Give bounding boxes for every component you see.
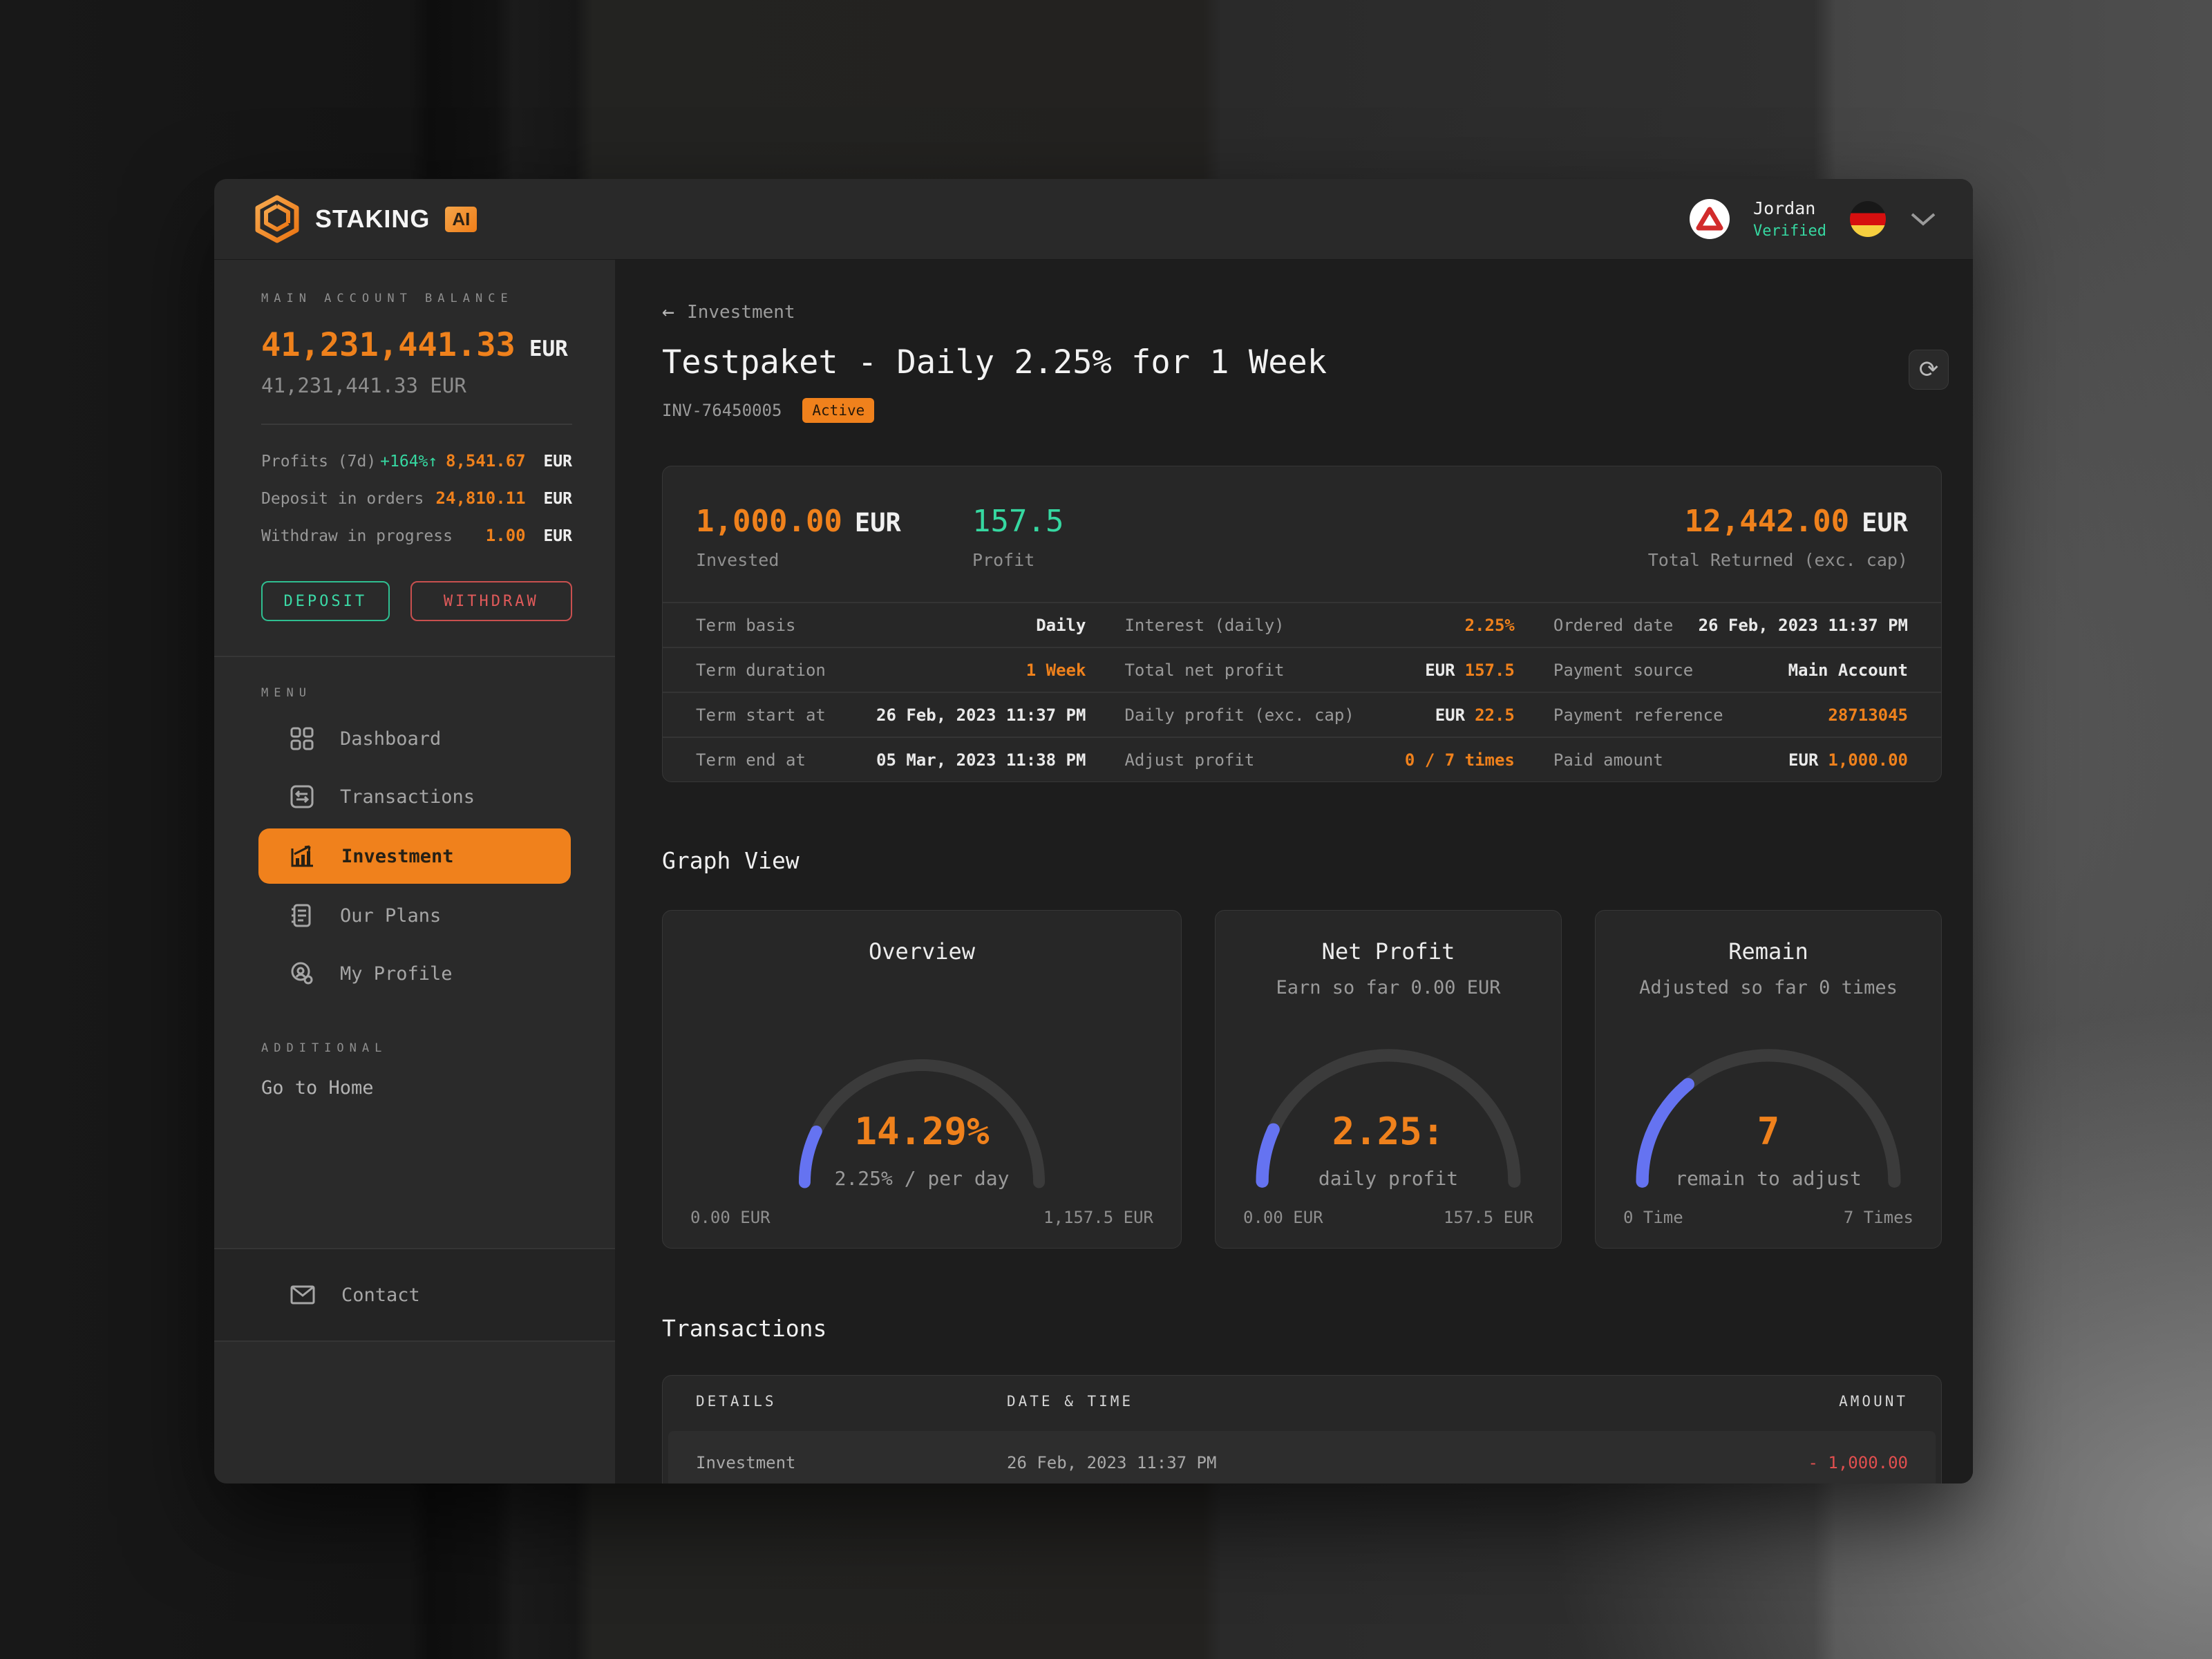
gauge-max-label: 157.5 EUR [1444,1208,1533,1227]
back-arrow-icon: ← [662,300,674,324]
detail-row: Term start at26 Feb, 2023 11:37 PM Daily… [663,692,1941,737]
brand-name: STAKING [315,205,430,234]
user-name: Jordan [1753,198,1826,218]
mail-icon [290,1285,315,1305]
invested-value: 1,000.00 [696,504,842,539]
sidebar-item-investment[interactable]: Investment [258,828,571,884]
plans-document-icon [290,904,314,927]
withdraw-button[interactable]: WITHDRAW [410,581,572,621]
brand[interactable]: STAKING AI [254,195,477,243]
gauge-min-label: 0.00 EUR [1243,1208,1323,1227]
sidebar-filler [214,1342,615,1483]
remain-gauge-value: 7 [1623,1110,1913,1153]
gauge-card-remain: Remain Adjusted so far 0 times 7 remain … [1595,910,1942,1249]
chevron-down-icon[interactable] [1909,211,1937,227]
net-profit-gauge-value: 2.25: [1243,1110,1533,1153]
tx-datetime: 26 Feb, 2023 11:37 PM [1007,1453,1687,1472]
user-meta: Jordan Verified [1753,198,1826,240]
investment-id: INV-76450005 [662,401,782,420]
transactions-table: DETAILS DATE & TIME AMOUNT Investment 26… [662,1375,1942,1483]
returned-value: 12,442.00 [1685,504,1849,539]
sidebar-item-transactions[interactable]: Transactions [214,768,615,826]
balance-stats: Profits (7d) +164%↑ 8,541.67 EUR Deposit… [214,425,615,563]
sidebar-item-our-plans[interactable]: Our Plans [214,887,615,945]
balance-section-label: MAIN ACCOUNT BALANCE [261,292,572,305]
avatar[interactable] [1690,199,1730,239]
profile-gear-icon [290,962,314,985]
language-flag-de-icon[interactable] [1850,201,1886,237]
refresh-button[interactable]: ⟳ [1909,350,1949,390]
table-row[interactable]: Investment 26 Feb, 2023 11:37 PM - 1,000… [668,1431,1936,1483]
detail-row: Term duration1 Week Total net profitEUR1… [663,647,1941,692]
main-content: ← Investment Testpaket - Daily 2.25% for… [615,260,1973,1483]
contact-section: Contact [214,1248,615,1342]
gauge-card-overview: Overview 14.29% 2.25% / per day 0.00 EUR [662,910,1182,1249]
stat-row-withdraw: Withdraw in progress 1.00 EUR [261,526,572,545]
graph-view-heading: Graph View [662,847,1942,874]
back-link[interactable]: ← Investment [662,300,795,324]
transactions-table-header: DETAILS DATE & TIME AMOUNT [663,1376,1941,1427]
profit-value: 157.5 [972,504,1064,539]
stat-row-profits: Profits (7d) +164%↑ 8,541.67 EUR [261,451,572,471]
balance-secondary: 41,231,441.33 EUR [261,374,572,397]
brand-logo-icon [254,195,300,243]
investment-chart-icon [290,844,315,868]
contact-link[interactable]: Contact [214,1274,615,1316]
gauge-max-label: 1,157.5 EUR [1043,1208,1153,1227]
app-window: STAKING AI Jordan Verified MAIN A [214,179,1973,1483]
overview-gauge-value: 14.29% [690,1110,1153,1153]
summary-profit: 157.5 Profit [972,504,1064,570]
dashboard-grid-icon [290,727,314,750]
status-badge: Active [802,398,874,423]
transactions-heading: Transactions [662,1315,1942,1342]
deposit-button[interactable]: DEPOSIT [261,581,390,621]
sidebar: MAIN ACCOUNT BALANCE 41,231,441.33 EUR 4… [214,260,615,1483]
gauge-min-label: 0.00 EUR [690,1208,771,1227]
profit-delta: +164%↑ [380,453,437,471]
gauge-max-label: 7 Times [1844,1208,1913,1227]
detail-row: Term basisDaily Interest (daily)2.25% Or… [663,602,1941,647]
refresh-icon: ⟳ [1919,356,1939,383]
user-verified-status: Verified [1753,222,1826,240]
balance-value: 41,231,441.33 [261,326,516,364]
brand-badge: AI [445,207,477,232]
detail-row: Term end at05 Mar, 2023 11:38 PM Adjust … [663,737,1941,781]
sidebar-item-dashboard[interactable]: Dashboard [214,710,615,768]
avatar-logo-icon [1696,207,1723,231]
additional-section-label: ADDITIONAL [214,1003,615,1063]
sidebar-item-my-profile[interactable]: My Profile [214,945,615,1003]
tx-details: Investment [696,1453,1007,1472]
top-bar: STAKING AI Jordan Verified [214,179,1973,260]
gauge-card-net-profit: Net Profit Earn so far 0.00 EUR 2.25: da… [1215,910,1562,1249]
menu-section-label: MENU [214,657,615,710]
summary-total-returned: 12,442.00 EUR Total Returned (exc. cap) [1648,504,1908,570]
page-title: Testpaket - Daily 2.25% for 1 Week [662,343,1942,381]
tx-amount: - 1,000.00 [1687,1453,1908,1472]
gauge-min-label: 0 Time [1623,1208,1683,1227]
balance-currency: EUR [529,336,568,361]
transfer-arrows-icon [290,785,314,808]
investment-summary-card: 1,000.00 EUR Invested 157.5 Profit 12, [662,466,1942,782]
go-to-home-link[interactable]: Go to Home [214,1063,615,1112]
summary-invested: 1,000.00 EUR Invested [696,504,972,570]
stat-row-deposit: Deposit in orders 24,810.11 EUR [261,489,572,508]
